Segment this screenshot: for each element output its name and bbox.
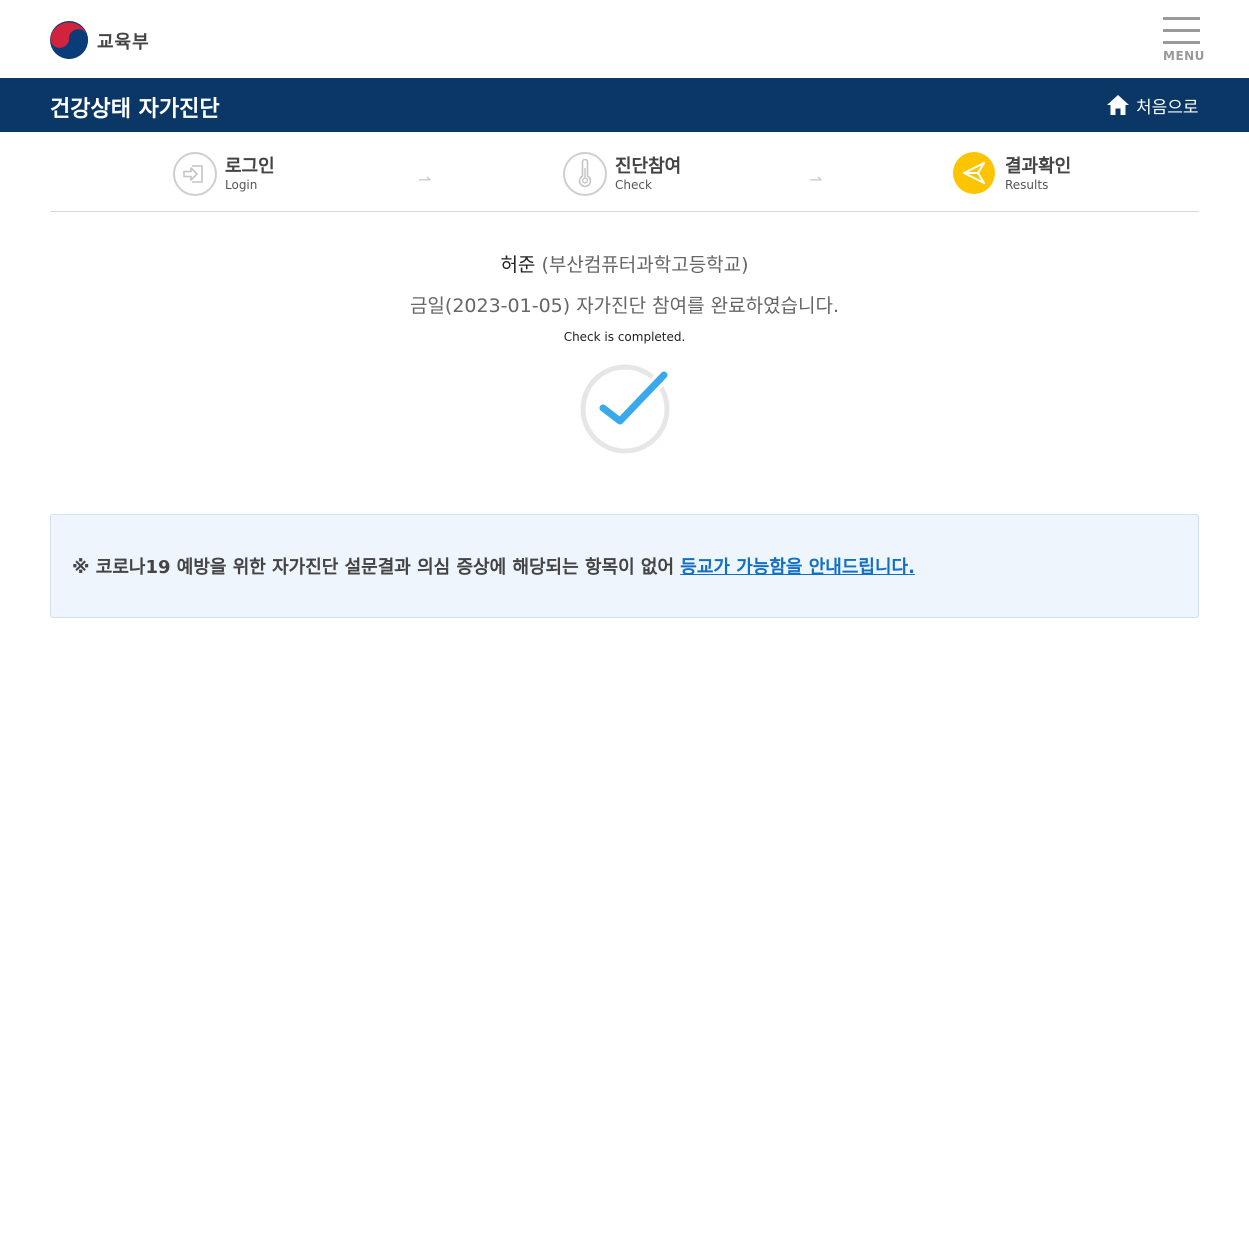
school-attendance-link[interactable]: 등교가 가능함을 안내드립니다. <box>680 557 915 578</box>
school-name: (부산컴퓨터과학고등학교) <box>541 254 749 276</box>
home-button[interactable]: 처음으로 <box>1106 93 1199 118</box>
completion-message-en: Check is completed. <box>563 330 686 344</box>
step-label: 로그인 <box>225 156 275 177</box>
step-label-en: Results <box>1005 178 1049 192</box>
completion-message: 금일(2023-01-05) 자가진단 참여를 완료하였습니다. <box>409 295 840 317</box>
taegeuk-logo-icon <box>50 21 88 59</box>
title-bar: 건강상태 자가진단 처음으로 <box>0 78 1249 132</box>
student-info: 허준 (부산컴퓨터과학고등학교) <box>0 250 1249 277</box>
hamburger-bar <box>1163 41 1200 44</box>
home-label: 처음으로 <box>1136 97 1199 118</box>
notice-box: ※ 코로나19 예방을 위한 자가진단 설문결과 의심 증상에 해당되는 항목이… <box>50 514 1199 618</box>
result-summary: 허준 (부산컴퓨터과학고등학교) 금일(2023-01-05) 자가진단 참여를… <box>0 250 1249 344</box>
student-name: 허준 <box>500 254 536 276</box>
step-label-en: Login <box>225 178 258 192</box>
step-label: 결과확인 <box>1005 156 1072 177</box>
step-label: 진단참여 <box>615 156 682 177</box>
hamburger-bar <box>1163 29 1200 32</box>
page-title: 건강상태 자가진단 <box>50 97 220 122</box>
step-label-en: Check <box>615 178 652 192</box>
paper-plane-icon <box>953 152 995 194</box>
login-icon <box>173 152 217 196</box>
step-arrow-icon: ⇀ <box>809 170 823 189</box>
ministry-name: 교육부 <box>97 32 150 53</box>
notice-message: ※ 코로나19 예방을 위한 자가진단 설문결과 의심 증상에 해당되는 항목이… <box>72 557 681 578</box>
top-header: 교육부 MENU <box>0 0 1249 78</box>
check-circle-icon <box>580 364 671 454</box>
step-arrow-icon: ⇀ <box>418 170 432 189</box>
notice-text: ※ 코로나19 예방을 위한 자가진단 설문결과 의심 증상에 해당되는 항목이… <box>72 553 915 579</box>
menu-button[interactable]: MENU <box>1163 16 1205 64</box>
thermometer-icon <box>563 152 607 196</box>
hamburger-icon <box>1163 17 1200 20</box>
progress-steps: 로그인 Login ⇀ 진단참여 Check ⇀ 결과확인 Results <box>50 132 1199 212</box>
menu-label: MENU <box>1163 49 1205 63</box>
home-icon <box>1107 95 1129 115</box>
